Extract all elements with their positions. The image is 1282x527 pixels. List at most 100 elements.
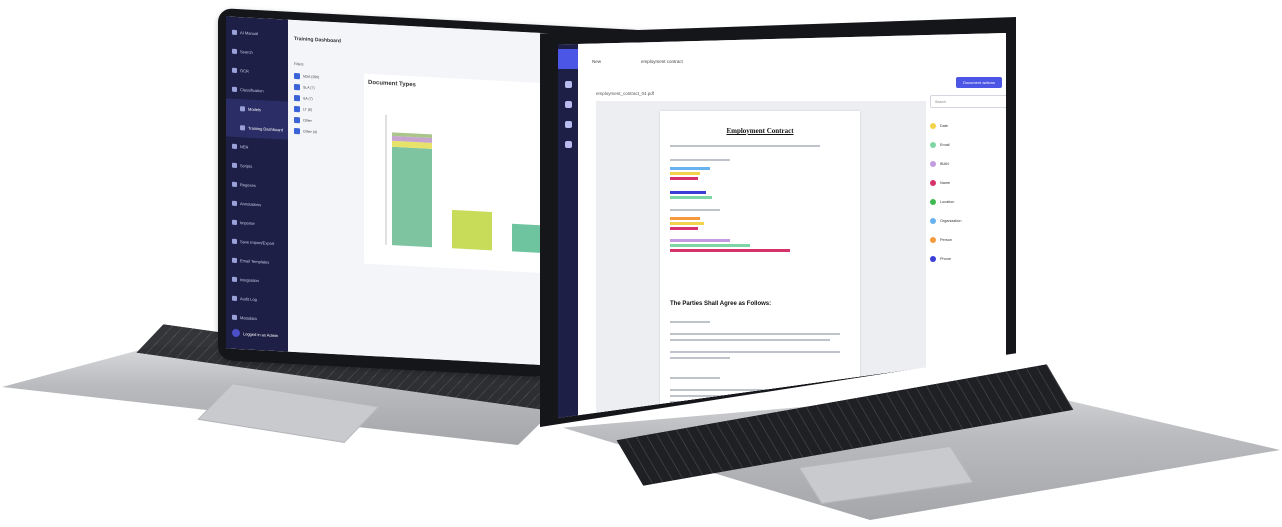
sidebar-item-label: Save Import/Export bbox=[240, 239, 275, 246]
entity-type-item[interactable]: Location bbox=[930, 192, 1006, 211]
sidebar-item-label: Scripts bbox=[240, 163, 253, 169]
checkbox-icon bbox=[294, 105, 300, 112]
entity-highlight[interactable] bbox=[670, 239, 730, 242]
entity-label: Name bbox=[940, 180, 951, 185]
entity-type-item[interactable]: Phone bbox=[930, 249, 1006, 268]
checkbox-icon bbox=[294, 116, 300, 123]
entity-type-item[interactable]: Date bbox=[930, 116, 1006, 135]
left-sidebar: AI Manual Search OCR Classification Models Tr… bbox=[226, 16, 288, 352]
entity-label: Phone bbox=[940, 256, 951, 261]
entity-search-input[interactable]: Search bbox=[930, 95, 1006, 108]
entity-highlight[interactable] bbox=[670, 244, 750, 247]
entity-color-icon bbox=[930, 217, 936, 224]
sidebar-item-label: Regexes bbox=[240, 182, 256, 188]
entity-color-icon bbox=[930, 236, 936, 243]
filters-label: Filters bbox=[294, 61, 304, 67]
checkbox-icon bbox=[294, 83, 300, 90]
nav-icon bbox=[232, 295, 237, 301]
entity-type-item[interactable]: IBAN bbox=[930, 154, 1006, 173]
entity-highlight[interactable] bbox=[670, 191, 706, 194]
entity-label: Person bbox=[940, 237, 953, 242]
text-line bbox=[670, 145, 820, 147]
document-actions-button[interactable]: Document actions bbox=[956, 77, 1002, 88]
menu-button[interactable] bbox=[558, 49, 578, 69]
nav-icon bbox=[232, 86, 237, 92]
filter-label: Other bbox=[303, 117, 312, 123]
entity-highlight[interactable] bbox=[670, 177, 698, 180]
entity-highlight[interactable] bbox=[670, 222, 704, 225]
entity-label: Date bbox=[940, 123, 949, 128]
filter-label: Other (4) bbox=[303, 128, 318, 134]
text-line bbox=[670, 351, 840, 353]
breadcrumb: employment_contract_04.pdf bbox=[596, 91, 655, 96]
nav-icon bbox=[232, 219, 237, 225]
sidebar-item-label: Importer bbox=[240, 220, 255, 226]
filter-label: LT (8) bbox=[303, 106, 313, 112]
entity-type-item[interactable]: Name bbox=[930, 173, 1006, 192]
entity-color-icon bbox=[930, 122, 936, 129]
sidebar-item-label: Training Dashboard bbox=[248, 125, 283, 133]
nav-icon bbox=[232, 143, 237, 149]
nav-icon bbox=[240, 125, 245, 131]
text-line bbox=[670, 377, 720, 379]
sidebar-item-label: Annotations bbox=[240, 201, 262, 208]
filter-label: NDA (290) bbox=[303, 73, 320, 79]
sidebar-item-label: Search bbox=[240, 49, 253, 55]
sidebar-item[interactable]: Metadata bbox=[226, 307, 288, 329]
search-icon[interactable] bbox=[565, 81, 572, 88]
tab-new[interactable]: New bbox=[592, 59, 601, 64]
entity-color-icon bbox=[930, 160, 936, 167]
nav-icon bbox=[240, 106, 245, 112]
text-line bbox=[670, 389, 840, 391]
entity-color-icon bbox=[930, 179, 936, 186]
sidebar-item-label: OCR bbox=[240, 68, 249, 74]
chart-bar[interactable] bbox=[392, 146, 432, 248]
add-icon[interactable] bbox=[565, 141, 572, 148]
save-icon[interactable] bbox=[565, 101, 572, 108]
nav-icon bbox=[232, 276, 237, 282]
entity-color-icon bbox=[930, 255, 936, 262]
sidebar-item-label: Email Templates bbox=[240, 258, 270, 265]
checkbox-icon bbox=[294, 127, 300, 134]
entity-panel: Search Date Email IBAN Name Location Organiza… bbox=[930, 95, 1006, 268]
sidebar-item-label: Models bbox=[248, 106, 261, 113]
document-title: Employment Contract bbox=[726, 127, 794, 135]
entity-color-icon bbox=[930, 198, 936, 205]
text-line bbox=[670, 321, 710, 323]
nav-icon bbox=[232, 257, 237, 263]
tag-icon[interactable] bbox=[565, 121, 572, 128]
entity-type-item[interactable]: Organization bbox=[930, 211, 1006, 230]
user-label: Logged in as Admin bbox=[243, 330, 279, 338]
nav-icon bbox=[232, 238, 237, 244]
entity-color-icon bbox=[930, 141, 936, 148]
entity-highlight[interactable] bbox=[670, 227, 698, 230]
sidebar-item-label: Integration bbox=[240, 277, 259, 284]
document-page: Employment Contract The Parties Shall Ag… bbox=[660, 111, 860, 418]
avatar bbox=[232, 328, 240, 338]
page-title: Training Dashboard bbox=[294, 35, 341, 45]
text-line bbox=[670, 209, 720, 211]
sidebar-item-label: Metadata bbox=[240, 315, 257, 322]
document-viewer: Employment Contract The Parties Shall Ag… bbox=[596, 101, 926, 418]
entity-highlight[interactable] bbox=[670, 172, 700, 175]
entity-label: Email bbox=[940, 142, 950, 147]
chart-bar[interactable] bbox=[452, 209, 492, 251]
entity-label: Organization bbox=[940, 218, 962, 223]
scene: AI Manual Search OCR Classification Models Tr… bbox=[0, 0, 1282, 527]
filters-panel: Filters NDA (290) SLA (7) SA (7) LT (8) Othe… bbox=[294, 62, 354, 139]
filter-checkbox[interactable]: Other (4) bbox=[294, 125, 354, 139]
filter-label: SLA (7) bbox=[303, 84, 315, 90]
checkbox-icon bbox=[294, 72, 300, 79]
entity-highlight[interactable] bbox=[670, 217, 700, 220]
entity-type-item[interactable]: Email bbox=[930, 135, 1006, 154]
nav-icon bbox=[232, 162, 237, 168]
entity-type-item[interactable]: Person bbox=[930, 230, 1006, 249]
text-line bbox=[670, 357, 730, 359]
text-line bbox=[670, 395, 820, 397]
nav-icon bbox=[232, 200, 237, 206]
nav-icon bbox=[232, 29, 237, 35]
entity-highlight[interactable] bbox=[670, 167, 710, 170]
tab-employment-contract[interactable]: employment contract bbox=[641, 59, 683, 64]
entity-highlight[interactable] bbox=[670, 196, 712, 199]
entity-highlight[interactable] bbox=[670, 249, 790, 252]
